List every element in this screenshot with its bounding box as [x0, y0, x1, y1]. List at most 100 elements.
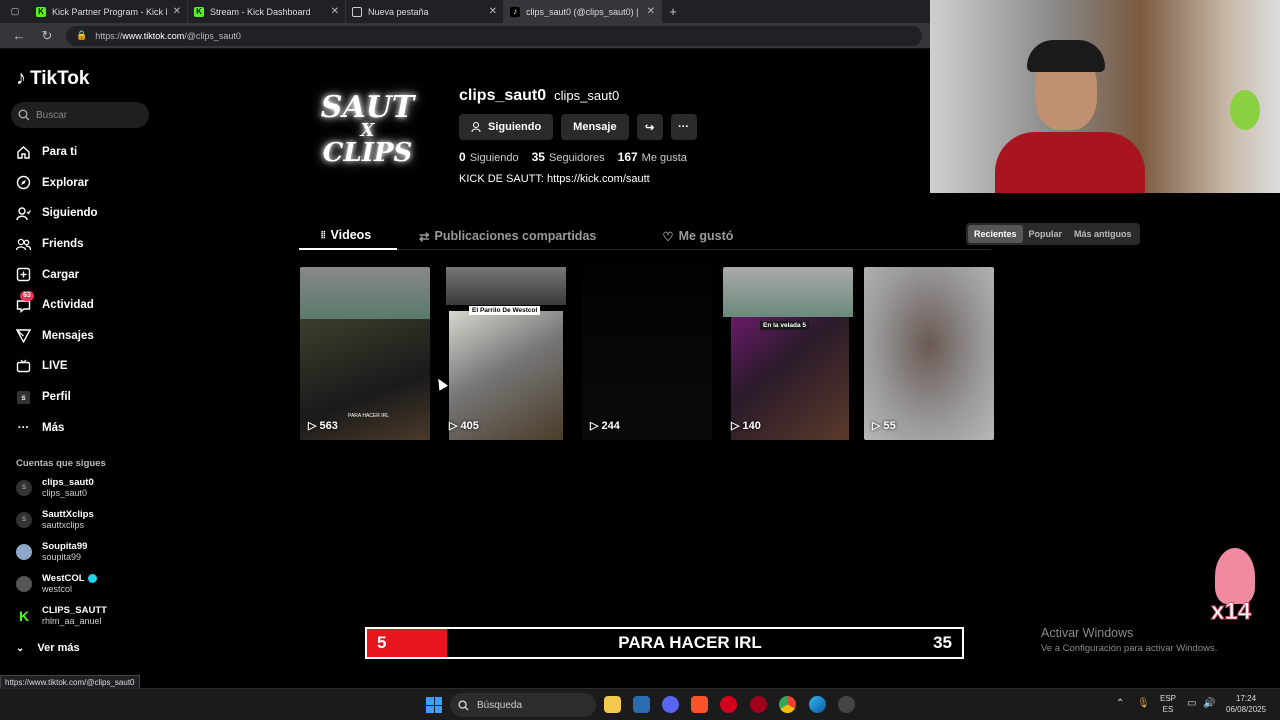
chevron-up-icon[interactable]: ⌃ — [1116, 698, 1124, 709]
language-indicator[interactable]: ESP ES — [1160, 693, 1176, 715]
microphone-icon[interactable]: 🎙 — [1137, 698, 1150, 709]
nav-live[interactable]: LIVE — [16, 351, 98, 382]
close-tab-icon[interactable]: ✕ — [173, 6, 181, 17]
browser-tab-tiktok[interactable]: ♪ clips_saut0 (@clips_saut0) | TikTok ✕ — [504, 0, 662, 23]
repost-icon: ⇄ — [419, 229, 430, 244]
stat-followers[interactable]: 35 Seguidores — [532, 150, 605, 164]
account-username: soupita99 — [42, 552, 82, 562]
following-button[interactable]: Siguiendo — [459, 114, 554, 140]
nav-friends[interactable]: Friends — [16, 229, 98, 260]
video-card[interactable]: ▷ 55 — [864, 267, 994, 440]
clock[interactable]: 17:24 06/08/2025 — [1226, 693, 1266, 715]
multiplier-text: x14 — [1210, 598, 1252, 626]
capcut-icon[interactable] — [633, 696, 650, 713]
address-bar-row: ← ↻ 🔒 https://www.tiktok.com/@clips_saut… — [0, 23, 930, 49]
search-input[interactable]: Buscar — [11, 102, 149, 128]
url-field[interactable]: 🔒 https://www.tiktok.com/@clips_saut0 — [66, 25, 922, 46]
followed-account[interactable]: S SauttXclips sauttxclips — [16, 509, 94, 531]
settings-icon[interactable] — [838, 696, 855, 713]
close-tab-icon[interactable]: ✕ — [331, 6, 339, 17]
play-icon: ▷ — [731, 420, 740, 432]
video-thumbnail — [300, 267, 430, 319]
nav-mensajes[interactable]: Mensajes — [16, 321, 98, 352]
tiktok-logo[interactable]: ♪ TikTok — [16, 67, 89, 90]
nav-label: Más — [42, 421, 65, 434]
sort-toggle: Recientes Popular Más antiguos — [966, 223, 1140, 245]
balloon-decoration — [1230, 90, 1260, 130]
video-card[interactable]: El Parrilo De Westcol ▷ 405 — [441, 267, 571, 440]
profile-bio[interactable]: KICK DE SAUTT: https://kick.com/sautt — [459, 173, 650, 185]
back-arrow-icon[interactable]: ← — [10, 28, 28, 43]
taskbar-search[interactable]: Búsqueda — [450, 693, 596, 717]
close-tab-icon[interactable]: ✕ — [647, 6, 655, 17]
following-label: Siguiendo — [488, 121, 542, 133]
more-options-button[interactable]: ··· — [670, 114, 697, 140]
video-thumbnail — [446, 267, 566, 305]
play-icon: ▷ — [449, 420, 458, 432]
tab-label: Me gustó — [678, 229, 734, 243]
video-caption: PARA HACER IRL — [348, 413, 390, 419]
browser-tab-kick-partner[interactable]: K Kick Partner Program - Kick Dash ✕ — [30, 0, 188, 23]
profile-avatar[interactable]: SAUT X CLIPS — [300, 70, 435, 190]
tab-reposts[interactable]: ⇄ Publicaciones compartidas — [419, 222, 618, 250]
followed-account[interactable]: WestCOL westcol — [16, 573, 97, 595]
new-tab-button[interactable]: + — [662, 0, 684, 23]
followed-account[interactable]: S clips_saut0 clips_saut0 — [16, 477, 94, 499]
browser-tab-kick-stream[interactable]: K Stream - Kick Dashboard ✕ — [188, 0, 346, 23]
sort-mas-antiguos[interactable]: Más antiguos — [1068, 225, 1138, 243]
svg-text:S: S — [21, 396, 25, 402]
video-card[interactable]: PARA HACER IRL ▷ 563 — [300, 267, 430, 440]
video-card[interactable]: En la velada 5 ▷ 140 — [723, 267, 853, 440]
nav-cargar[interactable]: Cargar — [16, 259, 98, 290]
tab-videos[interactable]: ⦙⦙ Videos — [299, 222, 397, 250]
nav-para-ti[interactable]: Para ti — [16, 137, 98, 168]
kick-favicon-icon: K — [36, 6, 46, 17]
tab-label: Videos — [330, 228, 372, 242]
followed-account[interactable]: Soupita99 soupita99 — [16, 541, 87, 563]
send-icon — [16, 328, 31, 344]
nav-perfil[interactable]: S Perfil — [16, 382, 98, 413]
windows-start-icon[interactable] — [426, 697, 442, 713]
opera-gx-icon[interactable] — [750, 696, 767, 713]
nav-siguiendo[interactable]: Siguiendo — [16, 198, 98, 229]
reload-icon[interactable]: ↻ — [38, 28, 56, 44]
friends-icon — [16, 237, 31, 252]
lock-icon: 🔒 — [76, 30, 88, 40]
chrome-icon[interactable] — [779, 696, 796, 713]
volume-icon[interactable]: 🔊 — [1203, 698, 1215, 709]
share-button[interactable]: ↪ — [636, 114, 663, 140]
network-icon[interactable]: ▭ — [1187, 698, 1196, 709]
stat-following[interactable]: 0 Siguiendo — [459, 150, 519, 164]
nav-label: Perfil — [42, 391, 71, 404]
video-card[interactable]: ▷ 244 — [582, 267, 712, 440]
browser-tab-new[interactable]: Nueva pestaña ✕ — [346, 0, 504, 23]
discord-icon[interactable] — [662, 696, 679, 713]
brave-icon[interactable] — [691, 696, 708, 713]
grid-icon: ⦙⦙ — [321, 229, 326, 241]
logo-text: TikTok — [30, 67, 90, 89]
nav-label: Explorar — [42, 176, 89, 189]
nav-explorar[interactable]: Explorar — [16, 168, 98, 199]
kick-favicon-icon: K — [194, 6, 204, 17]
sort-recientes[interactable]: Recientes — [968, 225, 1023, 243]
edge-icon[interactable] — [809, 696, 826, 713]
tab-label: Publicaciones compartidas — [434, 229, 597, 243]
sort-popular[interactable]: Popular — [1023, 225, 1069, 243]
profile-nickname: clips_saut0 — [554, 88, 620, 103]
nav-label: Para ti — [42, 146, 78, 159]
nav-actividad[interactable]: 63 Actividad — [16, 290, 98, 321]
video-caption: El Parrilo De Westcol — [469, 306, 541, 315]
message-button[interactable]: Mensaje — [561, 114, 629, 140]
compass-icon — [16, 175, 31, 190]
followed-account[interactable]: K CLIPS_SAUTT rhlm_aa_anuel — [16, 605, 107, 627]
see-more-button[interactable]: ⌄ Ver más — [16, 642, 80, 654]
tab-liked[interactable]: ♡ Me gustó — [640, 222, 755, 250]
play-icon: ▷ — [308, 420, 317, 432]
account-username: rhlm_aa_anuel — [42, 616, 102, 626]
file-explorer-icon[interactable] — [604, 696, 621, 713]
tab-actions-icon[interactable]: ▢ — [0, 0, 30, 23]
close-tab-icon[interactable]: ✕ — [489, 6, 497, 17]
account-username: sauttxclips — [42, 520, 85, 530]
nav-mas[interactable]: ··· Más — [16, 412, 98, 443]
opera-icon[interactable] — [720, 696, 737, 713]
